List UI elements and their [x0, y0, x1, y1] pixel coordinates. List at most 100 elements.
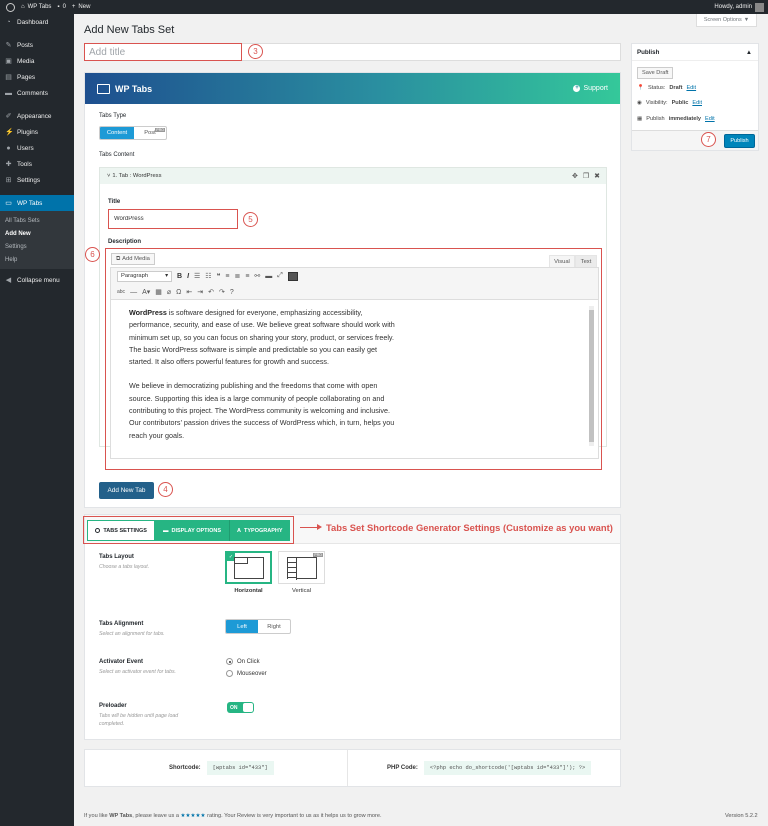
tabs-type-post[interactable]: Post PRO [134, 127, 166, 139]
bold-icon[interactable]: B [177, 273, 182, 280]
tab-tabs-settings[interactable]: TABS SETTINGS [87, 520, 156, 541]
footer-text: If you like WP Tabs, please leave us a ★… [84, 813, 382, 819]
redo-icon[interactable]: ↷ [219, 288, 225, 296]
tab-text[interactable]: Text [575, 255, 597, 267]
sidebar-item-appearance[interactable]: ✐ Appearance [0, 108, 74, 124]
sidebar-item-users[interactable]: ● Users [0, 140, 74, 156]
align-right-icon[interactable]: ≡ [245, 273, 249, 280]
bullet-list-icon[interactable]: ☰ [194, 272, 200, 280]
new-content-link[interactable]: + New [72, 4, 91, 10]
title-input[interactable] [84, 43, 242, 61]
sidebar-item-pages[interactable]: ▤ Pages [0, 69, 74, 85]
tab-typography[interactable]: A TYPOGRAPHY [229, 520, 290, 541]
screen-options-button[interactable]: Screen Options ▼ [696, 14, 757, 27]
annotation-text: Tabs Set Shortcode Generator Settings (C… [326, 522, 613, 533]
arrow-right-icon [300, 524, 322, 529]
publish-button[interactable]: Publish [724, 134, 755, 148]
content-text-1: is software designed for everyone, empha… [129, 308, 395, 367]
tab-header-label: 1. Tab : WordPress [112, 173, 162, 179]
toolbar-toggle-icon[interactable] [287, 271, 298, 281]
align-left-icon[interactable]: ≡ [225, 273, 229, 280]
save-draft-button[interactable]: Save Draft [637, 67, 674, 79]
tab-header[interactable]: ˅ 1. Tab : WordPress ✥ ❐ ✖ [100, 168, 606, 184]
help-icon[interactable]: ? [230, 289, 234, 296]
avatar [755, 2, 764, 12]
omega-icon[interactable]: Ω [176, 289, 181, 296]
numbered-list-icon[interactable]: ☷ [205, 272, 211, 280]
comments-link[interactable]: ▪ 0 [57, 4, 65, 10]
activator-on-click[interactable]: On Click [226, 658, 260, 665]
rating-stars-link[interactable]: ★★★★★ [181, 813, 206, 819]
move-icon[interactable]: ✥ [572, 172, 578, 180]
account-menu[interactable]: Howdy, admin [714, 2, 764, 12]
edit-visibility-link[interactable]: Edit [692, 100, 702, 106]
align-center-icon[interactable]: ≣ [234, 272, 240, 280]
sidebar-item-comments[interactable]: ▬ Comments [0, 85, 74, 101]
tab-visual[interactable]: Visual [549, 255, 575, 267]
sidebar-item-posts[interactable]: ✎ Posts [0, 37, 74, 53]
site-name-link[interactable]: ⌂ WP Tabs [21, 4, 51, 10]
tabs-type-content[interactable]: Content [100, 127, 134, 139]
collapse-menu-button[interactable]: ◀ Collapse menu [0, 272, 74, 288]
strikethrough-icon[interactable]: abc [117, 289, 125, 295]
support-link[interactable]: + Support [573, 85, 608, 92]
shortcode-value[interactable]: [wptabs id="433"] [206, 761, 274, 775]
sidebar-item-settings[interactable]: ⊞ Settings [0, 172, 74, 188]
read-more-icon[interactable]: ▬ [265, 273, 272, 280]
alignment-right[interactable]: Right [258, 620, 290, 633]
plug-icon: ⚡ [5, 128, 14, 136]
text-color-icon[interactable]: A▾ [142, 288, 150, 296]
sidebar-item-label: Media [17, 57, 35, 65]
fullscreen-icon[interactable]: ⤢ [277, 272, 283, 280]
sidebar-item-plugins[interactable]: ⚡ Plugins [0, 124, 74, 140]
submenu-settings[interactable]: Settings [0, 240, 74, 253]
sidebar-item-label: Appearance [17, 112, 52, 120]
collapse-icon: ◀ [5, 276, 12, 284]
paste-text-icon[interactable]: ▦ [155, 288, 162, 296]
blockquote-icon[interactable]: ❝ [217, 272, 221, 280]
status-value: Draft [669, 85, 683, 91]
add-new-tab-button[interactable]: Add New Tab [99, 482, 154, 499]
radio-mouseover[interactable] [226, 670, 233, 677]
tab-display-options[interactable]: ▬ DISPLAY OPTIONS [155, 520, 230, 541]
outdent-icon[interactable]: ⇤ [186, 288, 192, 296]
alignment-left[interactable]: Left [226, 620, 258, 633]
wordpress-logo[interactable] [6, 2, 15, 12]
preloader-help: Tabs will be hidden until page load comp… [99, 713, 179, 727]
layout-horizontal[interactable]: ✓ [225, 551, 272, 584]
submenu-all-tabs-sets[interactable]: All Tabs Sets [0, 214, 74, 227]
indent-icon[interactable]: ⇥ [197, 288, 203, 296]
scroll-thumb[interactable] [589, 310, 594, 442]
close-icon[interactable]: ✖ [594, 172, 600, 180]
clear-format-icon[interactable]: ⌀ [167, 288, 171, 296]
publish-header[interactable]: Publish ▲ [632, 44, 758, 61]
tab-title-input[interactable] [108, 209, 238, 229]
sidebar-item-dashboard[interactable]: ◔ Dashboard [0, 14, 74, 30]
italic-icon[interactable]: I [187, 273, 189, 280]
preloader-toggle[interactable]: ON [227, 702, 254, 713]
edit-schedule-link[interactable]: Edit [705, 116, 715, 122]
sidebar-item-media[interactable]: ▣ Media [0, 53, 74, 69]
editor-scrollbar[interactable] [589, 306, 594, 446]
edit-status-link[interactable]: Edit [686, 85, 696, 91]
layout-vertical[interactable]: PRO [278, 551, 325, 584]
undo-icon[interactable]: ↶ [208, 288, 214, 296]
divider [347, 750, 348, 786]
duplicate-icon[interactable]: ❐ [583, 172, 589, 180]
paragraph-select[interactable]: Paragraph ▾ [117, 270, 172, 282]
submenu-add-new[interactable]: Add New [0, 227, 74, 240]
php-code-value[interactable]: <?php echo do_shortcode('[wptabs id="433… [423, 761, 592, 775]
dashboard-icon: ◔ [6, 18, 11, 26]
horizontal-line-icon[interactable]: — [130, 289, 137, 296]
sidebar-item-tools[interactable]: ✚ Tools [0, 156, 74, 172]
add-media-button[interactable]: ⧉ Add Media [111, 253, 155, 265]
radio-on-click[interactable] [226, 658, 233, 665]
editor-content[interactable]: WordPress is software designed for every… [110, 300, 599, 459]
sidebar-item-wp-tabs[interactable]: ▭ WP Tabs [0, 195, 74, 211]
radio-label: Mouseover [237, 670, 267, 677]
link-icon[interactable]: ⚯ [254, 272, 260, 280]
layout-vertical-label: Vertical [291, 588, 311, 594]
eye-icon: ◉ [637, 100, 642, 106]
activator-mouseover[interactable]: Mouseover [226, 670, 267, 677]
submenu-help[interactable]: Help [0, 253, 74, 266]
